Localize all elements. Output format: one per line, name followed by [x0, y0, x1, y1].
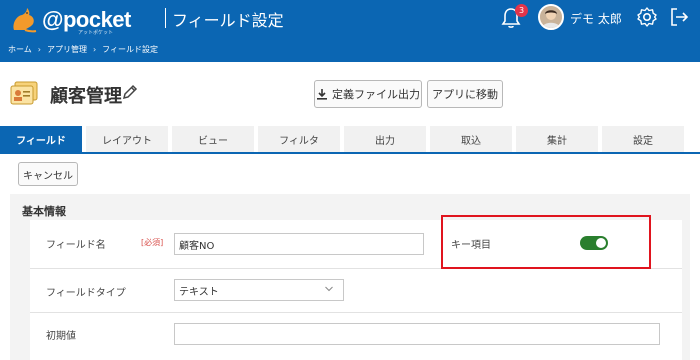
breadcrumb-separator-icon: › — [92, 45, 97, 54]
tab-label: ビュー — [198, 135, 228, 147]
app-header: @pocket アットポケット フィールド設定 3 デモ 太郎 ホーム › アプ… — [0, 0, 700, 62]
tab-label: フィルタ — [279, 135, 319, 147]
download-icon — [317, 89, 327, 100]
field-type-select[interactable]: テキスト — [174, 279, 344, 301]
tab-label: フィールド — [16, 135, 66, 147]
header-divider — [165, 8, 166, 28]
tab-label: レイアウト — [102, 135, 152, 147]
cancel-label: キャンセル — [23, 170, 73, 182]
user-name[interactable]: デモ 太郎 — [570, 10, 622, 27]
cancel-button[interactable]: キャンセル — [18, 162, 78, 186]
pencil-icon[interactable] — [121, 83, 139, 101]
field-name-label: フィールド名 — [46, 240, 106, 251]
breadcrumb: ホーム › アプリ管理 › フィールド設定 — [8, 44, 158, 55]
breadcrumb-current: フィールド設定 — [102, 45, 159, 54]
tab-import[interactable]: 取込 — [430, 126, 512, 152]
gear-icon[interactable] — [636, 6, 658, 28]
settings-tabs: フィールド レイアウト ビュー フィルタ 出力 取込 集計 設定 — [0, 126, 700, 154]
required-badge: [必須] — [141, 238, 164, 247]
default-value-label: 初期値 — [46, 331, 76, 342]
go-to-app-label: アプリに移動 — [432, 88, 498, 101]
tab-field[interactable]: フィールド — [0, 126, 82, 152]
tab-aggregate[interactable]: 集計 — [516, 126, 598, 152]
tab-label: 集計 — [547, 135, 567, 147]
kangaroo-logo-icon — [13, 8, 37, 33]
breadcrumb-app-management[interactable]: アプリ管理 — [47, 44, 87, 55]
tab-label: 出力 — [375, 135, 395, 147]
field-type-value: テキスト — [179, 286, 219, 298]
tab-output[interactable]: 出力 — [344, 126, 426, 152]
breadcrumb-separator-icon: › — [37, 45, 41, 54]
row-divider — [30, 312, 682, 313]
tab-layout[interactable]: レイアウト — [86, 126, 168, 152]
field-type-label: フィールドタイプ — [46, 288, 126, 299]
logo-subtext: アットポケット — [78, 30, 114, 36]
highlight-box — [441, 215, 651, 269]
tab-underline — [0, 152, 700, 154]
tab-label: 設定 — [633, 135, 653, 147]
export-definition-label: 定義ファイル出力 — [332, 88, 420, 101]
tab-label: 取込 — [461, 135, 481, 147]
default-value-input[interactable] — [174, 323, 660, 345]
field-name-value: 顧客NO — [179, 240, 215, 252]
avatar[interactable] — [538, 4, 564, 30]
chevron-down-icon — [325, 286, 333, 292]
tab-view[interactable]: ビュー — [172, 126, 254, 152]
go-to-app-button[interactable]: アプリに移動 — [427, 80, 503, 108]
notification-badge: 3 — [515, 4, 528, 17]
user-photo-icon — [540, 6, 562, 28]
tab-settings[interactable]: 設定 — [602, 126, 684, 152]
app-title: 顧客管理 — [50, 86, 122, 107]
section-title: 基本情報 — [22, 205, 66, 218]
export-definition-button[interactable]: 定義ファイル出力 — [314, 80, 422, 108]
address-card-icon — [10, 81, 38, 105]
field-name-input[interactable]: 顧客NO — [174, 233, 424, 255]
logout-icon[interactable] — [668, 6, 690, 28]
tab-filter[interactable]: フィルタ — [258, 126, 340, 152]
breadcrumb-home[interactable]: ホーム — [8, 44, 32, 55]
page-title: フィールド設定 — [172, 11, 284, 30]
